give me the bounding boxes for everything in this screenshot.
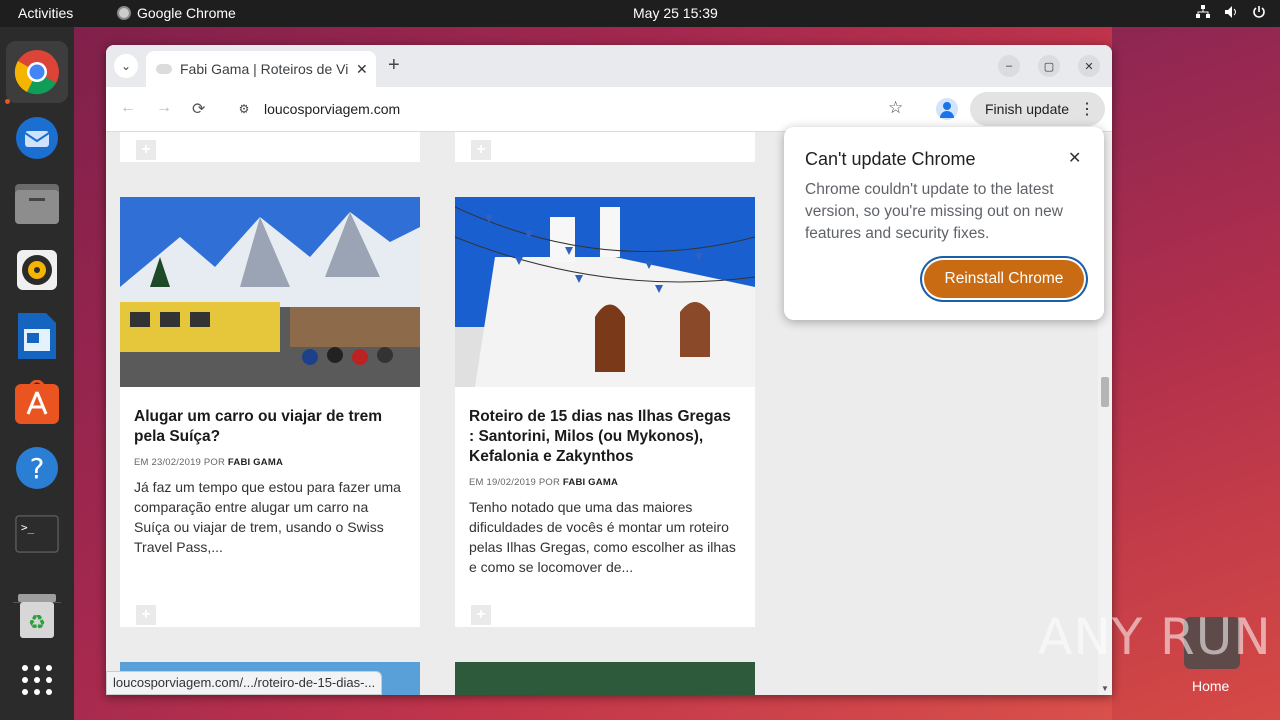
profile-icon-body bbox=[940, 111, 954, 118]
tab-active[interactable]: Fabi Gama | Roteiros de Viagem ✕ bbox=[146, 51, 376, 87]
card-image-greek-church[interactable] bbox=[455, 197, 755, 387]
chevron-down-icon: ⌄ bbox=[120, 59, 132, 73]
profile-avatar[interactable] bbox=[936, 98, 958, 120]
maximize-icon: ▢ bbox=[1043, 60, 1055, 73]
reinstall-chrome-button[interactable]: Reinstall Chrome bbox=[924, 260, 1084, 298]
card-date: EM 23/02/2019 POR bbox=[134, 457, 226, 468]
app-menu[interactable]: Google Chrome bbox=[117, 5, 236, 21]
new-tab-button[interactable]: + bbox=[388, 54, 400, 77]
expand-plus-icon[interactable]: + bbox=[471, 605, 491, 625]
toolbar: ← → ⟳ ⚙ loucosporviagem.com ☆ Finish upd… bbox=[106, 87, 1112, 132]
close-icon[interactable]: ✕ bbox=[1068, 148, 1081, 168]
card-image-partial[interactable] bbox=[455, 662, 755, 695]
bookmark-star-icon[interactable]: ☆ bbox=[888, 98, 903, 118]
tab-search-button[interactable]: ⌄ bbox=[114, 54, 138, 78]
expand-plus-icon[interactable]: + bbox=[471, 140, 491, 160]
home-folder-label[interactable]: Home bbox=[1192, 678, 1229, 694]
forward-arrow-icon[interactable]: → bbox=[156, 99, 172, 117]
minimize-icon: – bbox=[1005, 60, 1013, 72]
app-menu-label: Google Chrome bbox=[137, 5, 236, 21]
files-icon[interactable] bbox=[6, 173, 68, 235]
thunderbird-icon[interactable] bbox=[6, 107, 68, 169]
card-meta: EM 23/02/2019 POR FABI GAMA bbox=[134, 457, 283, 468]
update-error-popup: Can't update Chrome ✕ Chrome couldn't up… bbox=[784, 127, 1104, 320]
card-author[interactable]: FABI GAMA bbox=[228, 457, 283, 468]
status-bubble: loucosporviagem.com/.../roteiro-de-15-di… bbox=[106, 671, 383, 695]
scrollbar-thumb[interactable] bbox=[1101, 377, 1109, 407]
close-icon: ✕ bbox=[1084, 60, 1094, 73]
system-tray[interactable] bbox=[1196, 5, 1266, 22]
finish-update-button[interactable]: Finish update ⋮ bbox=[970, 92, 1105, 126]
maximize-button[interactable]: ▢ bbox=[1038, 55, 1060, 77]
card-title[interactable]: Alugar um carro ou viajar de trem pela S… bbox=[134, 407, 404, 447]
finish-update-label: Finish update bbox=[985, 101, 1070, 117]
svg-text:?: ? bbox=[30, 452, 45, 485]
url-text: loucosporviagem.com bbox=[264, 101, 401, 117]
card-excerpt: Já faz um tempo que estou para fazer uma… bbox=[134, 479, 401, 555]
terminal-icon[interactable]: >_ bbox=[6, 503, 68, 565]
card-date: EM 19/02/2019 POR bbox=[469, 477, 561, 488]
clock[interactable]: May 25 15:39 bbox=[633, 5, 718, 21]
expand-plus-icon[interactable]: + bbox=[136, 605, 156, 625]
card-excerpt: Tenho notado que uma das maiores dificul… bbox=[469, 499, 736, 575]
help-icon[interactable]: ? bbox=[6, 437, 68, 499]
article-card: Roteiro de 15 dias nas Ilhas Gregas : Sa… bbox=[455, 197, 755, 627]
tab-strip: ⌄ Fabi Gama | Roteiros de Viagem ✕ + – ▢… bbox=[106, 45, 1112, 87]
activities-button[interactable]: Activities bbox=[18, 5, 73, 21]
svg-text:>_: >_ bbox=[21, 521, 35, 534]
article-card: Alugar um carro ou viajar de trem pela S… bbox=[120, 197, 420, 627]
popup-title: Can't update Chrome bbox=[805, 149, 976, 169]
chrome-small-icon bbox=[117, 6, 131, 20]
network-icon bbox=[1196, 5, 1210, 22]
card-meta: EM 19/02/2019 POR FABI GAMA bbox=[469, 477, 618, 488]
svg-text:♻: ♻ bbox=[28, 610, 46, 634]
card-partial: + bbox=[455, 132, 755, 162]
tab-title: Fabi Gama | Roteiros de Viagem bbox=[180, 61, 348, 77]
trash-icon[interactable]: ♻ bbox=[6, 585, 68, 647]
address-bar[interactable]: ⚙ loucosporviagem.com bbox=[226, 92, 918, 126]
power-icon bbox=[1252, 5, 1266, 22]
minimize-button[interactable]: – bbox=[998, 55, 1020, 77]
chrome-icon[interactable] bbox=[6, 41, 68, 103]
show-apps-icon[interactable] bbox=[6, 649, 68, 711]
card-title[interactable]: Roteiro de 15 dias nas Ilhas Gregas : Sa… bbox=[469, 407, 739, 467]
app-center-icon[interactable] bbox=[6, 371, 68, 433]
rhythmbox-icon[interactable] bbox=[6, 239, 68, 301]
dock: ? >_ ♻ bbox=[0, 27, 74, 720]
libreoffice-writer-icon[interactable] bbox=[6, 305, 68, 367]
close-window-button[interactable]: ✕ bbox=[1078, 55, 1100, 77]
expand-plus-icon[interactable]: + bbox=[136, 140, 156, 160]
card-image-swiss-train[interactable] bbox=[120, 197, 420, 387]
tab-close-icon[interactable]: ✕ bbox=[356, 61, 368, 78]
scroll-down-icon[interactable]: ▼ bbox=[1101, 684, 1109, 693]
tab-favicon-icon bbox=[156, 64, 172, 74]
card-partial: + bbox=[120, 132, 420, 162]
reload-icon[interactable]: ⟳ bbox=[192, 99, 205, 119]
popup-body: Chrome couldn't update to the latest ver… bbox=[805, 181, 1063, 242]
back-arrow-icon[interactable]: ← bbox=[120, 99, 136, 117]
kebab-menu-icon[interactable]: ⋮ bbox=[1079, 99, 1095, 119]
profile-icon bbox=[943, 102, 951, 110]
watermark: ANY RUN bbox=[1038, 608, 1272, 666]
card-author[interactable]: FABI GAMA bbox=[563, 477, 618, 488]
site-info-icon[interactable]: ⚙ bbox=[234, 99, 254, 119]
volume-icon bbox=[1224, 5, 1238, 22]
top-bar: Activities Google Chrome May 25 15:39 bbox=[0, 0, 1280, 27]
running-indicator bbox=[5, 99, 10, 104]
